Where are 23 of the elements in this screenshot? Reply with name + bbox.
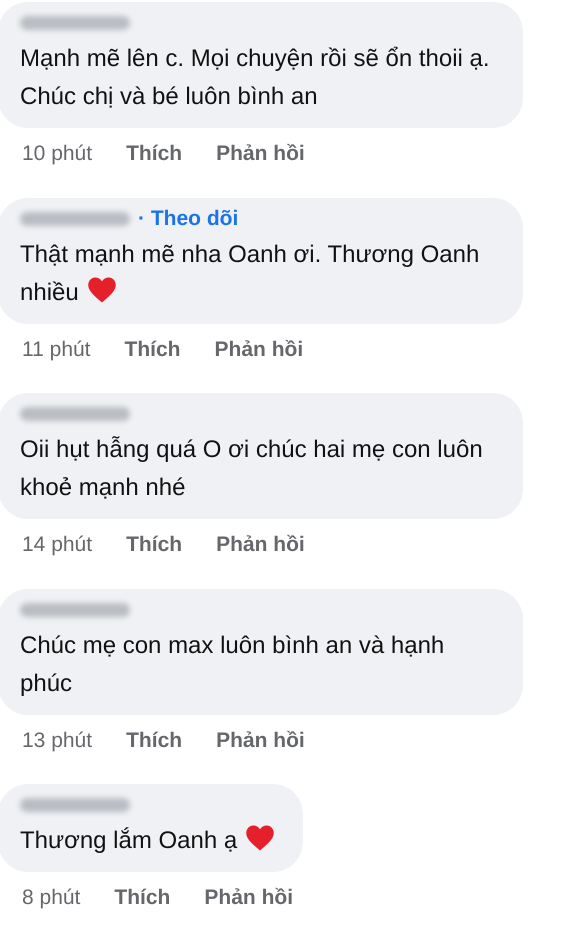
like-button[interactable]: Thích: [126, 529, 182, 560]
reply-button[interactable]: Phản hồi: [216, 724, 305, 756]
reply-button[interactable]: Phản hồi: [216, 529, 305, 560]
comment-text: Mạnh mẽ lên c. Mọi chuyện rồi sẽ ổn thoii ạ. Chúc chị và bé luôn bình an: [20, 44, 491, 112]
like-button[interactable]: Thích: [126, 138, 182, 170]
comment-text: Oii hụt hẫng quá O ơi chúc hai mẹ con luôn khoẻ mạnh nhé: [20, 435, 484, 503]
comment-time: 13 phút: [22, 728, 92, 754]
comment-text: Thương lắm Oanh ạ: [20, 822, 276, 860]
comment-time: 10 phút: [22, 141, 92, 167]
reply-button[interactable]: Phản hồi: [204, 882, 294, 914]
comment-text: Thật mạnh mẽ nha Oanh ơi. Thương Oanh nhiều: [20, 240, 480, 308]
like-button[interactable]: Thích: [114, 882, 170, 914]
reply-button[interactable]: Phản hồi: [214, 334, 304, 365]
comment-text: Chúc mẹ con max luôn bình an và hạnh phúc: [20, 630, 446, 698]
reply-button[interactable]: Phản hồi: [216, 138, 305, 170]
like-button[interactable]: Thích: [126, 724, 182, 756]
like-button[interactable]: Thích: [124, 334, 181, 365]
follow-link[interactable]: · Theo dõi: [138, 202, 238, 234]
comment-time: 8 phút: [22, 885, 80, 911]
heart-icon: [86, 276, 117, 304]
comment-time: 11 phút: [22, 336, 91, 362]
comment-time: 14 phút: [22, 532, 92, 558]
heart-icon: [245, 824, 276, 852]
